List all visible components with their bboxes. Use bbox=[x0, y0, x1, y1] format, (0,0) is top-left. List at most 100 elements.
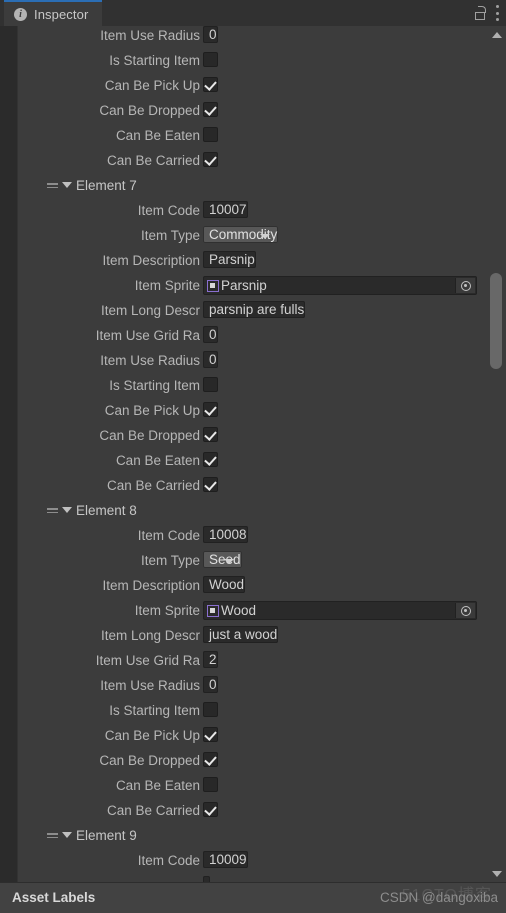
property-label: Can Be Carried bbox=[106, 153, 200, 168]
drag-handle-icon[interactable] bbox=[47, 183, 58, 188]
field-value: 10007 bbox=[203, 201, 248, 218]
property-label: Can Be Eaten bbox=[115, 453, 200, 468]
property-row: Item Type Commodity bbox=[18, 223, 485, 248]
property-row: Item Sprite Wood bbox=[18, 598, 485, 623]
property-row: Can Be Dropped bbox=[18, 423, 485, 448]
kebab-menu-icon[interactable] bbox=[496, 5, 500, 21]
chevron-down-icon[interactable] bbox=[62, 507, 72, 513]
object-field[interactable]: Wood bbox=[203, 601, 477, 620]
property-label: Can Be Pick Up bbox=[104, 403, 200, 418]
object-field[interactable]: Parsnip bbox=[203, 276, 477, 295]
checkbox-can-be-carried[interactable] bbox=[203, 152, 218, 167]
text-field[interactable]: 0 bbox=[203, 351, 477, 370]
text-field[interactable]: 10008 bbox=[203, 526, 477, 545]
foldout-element-7[interactable]: Element 7 bbox=[18, 173, 485, 198]
drag-handle-icon[interactable] bbox=[47, 508, 58, 513]
foldout-element-9[interactable]: Element 9 bbox=[18, 823, 485, 848]
checkbox-can-be-eaten[interactable] bbox=[203, 452, 218, 467]
checkbox-can-be-dropped[interactable] bbox=[203, 752, 218, 767]
sprite-icon bbox=[207, 279, 219, 292]
property-label: Can Be Carried bbox=[106, 803, 200, 818]
chevron-down-icon[interactable] bbox=[62, 182, 72, 188]
object-value: Parsnip bbox=[221, 278, 267, 293]
property-row: Item Use Radius 0 bbox=[18, 348, 485, 373]
property-row: Item Use Grid Ra 0 bbox=[18, 323, 485, 348]
property-row: Can Be Eaten bbox=[18, 123, 485, 148]
property-row: Item Description Parsnip bbox=[18, 248, 485, 273]
property-row: Is Starting Item bbox=[18, 698, 485, 723]
property-row: Item Description Wood bbox=[18, 573, 485, 598]
chevron-up-icon[interactable] bbox=[492, 32, 502, 38]
vertical-scrollbar[interactable] bbox=[486, 26, 506, 883]
text-field[interactable]: 0 bbox=[203, 26, 477, 45]
text-field[interactable]: 10007 bbox=[203, 201, 477, 220]
chevron-down-icon[interactable] bbox=[62, 832, 72, 838]
property-label: Item Description bbox=[102, 253, 200, 268]
field-value: 0 bbox=[203, 676, 218, 693]
checkbox-can-be-eaten[interactable] bbox=[203, 777, 218, 792]
text-field[interactable]: 2 bbox=[203, 651, 477, 670]
checkbox-can-be-dropped[interactable] bbox=[203, 102, 218, 117]
property-row: Item Long Descr just a wood bbox=[18, 623, 485, 648]
asset-labels-bar[interactable]: Asset Labels 51CTO博客 CSDN @dangoxiba bbox=[0, 882, 506, 913]
text-field[interactable]: just a wood bbox=[203, 626, 477, 645]
property-label: Item Long Descr bbox=[100, 628, 200, 643]
property-row: Can Be Carried bbox=[18, 473, 485, 498]
tab-inspector[interactable]: i Inspector bbox=[4, 0, 103, 26]
property-list: Item Use Radius 0 Is Starting Item Can Be P… bbox=[18, 26, 485, 883]
checkbox-is-starting-item[interactable] bbox=[203, 702, 218, 717]
text-field[interactable]: parsnip are fulls bbox=[203, 301, 477, 320]
checkbox-can-be-pick-up[interactable] bbox=[203, 727, 218, 742]
drag-handle-icon[interactable] bbox=[47, 833, 58, 838]
field-value: 0 bbox=[203, 326, 218, 343]
tab-inspector-label: Inspector bbox=[34, 6, 89, 22]
property-label: Can Be Carried bbox=[106, 478, 200, 493]
object-picker-button[interactable] bbox=[455, 278, 475, 293]
property-row: Can Be Eaten bbox=[18, 448, 485, 473]
field-value: 10008 bbox=[203, 526, 248, 543]
checkbox-is-starting-item[interactable] bbox=[203, 52, 218, 67]
foldout-label: Element 8 bbox=[76, 503, 137, 518]
checkbox-can-be-dropped[interactable] bbox=[203, 427, 218, 442]
property-label: Item Use Grid Ra bbox=[95, 653, 200, 668]
watermark: CSDN @dangoxiba bbox=[379, 890, 498, 905]
property-row: Can Be Pick Up bbox=[18, 73, 485, 98]
checkbox-can-be-carried[interactable] bbox=[203, 802, 218, 817]
text-field[interactable]: 0 bbox=[203, 326, 477, 345]
property-label: Item Code bbox=[137, 853, 200, 868]
property-label: Item Use Radius bbox=[100, 28, 200, 43]
property-row: Item Code 10007 bbox=[18, 198, 485, 223]
checkbox-can-be-eaten[interactable] bbox=[203, 127, 218, 142]
checkbox-is-starting-item[interactable] bbox=[203, 377, 218, 392]
object-picker-button[interactable] bbox=[455, 603, 475, 618]
dropdown-field[interactable]: Seed bbox=[203, 551, 477, 570]
chevron-down-icon[interactable] bbox=[492, 871, 502, 877]
property-label: Is Starting Item bbox=[109, 703, 200, 718]
property-row: Can Be Pick Up bbox=[18, 723, 485, 748]
lock-open-icon[interactable] bbox=[475, 6, 486, 20]
text-field[interactable]: Parsnip bbox=[203, 251, 477, 270]
property-label: Item Use Radius bbox=[100, 678, 200, 693]
text-field[interactable]: Wood bbox=[203, 576, 477, 595]
text-field[interactable]: 0 bbox=[203, 676, 477, 695]
checkbox-can-be-pick-up[interactable] bbox=[203, 77, 218, 92]
checkbox-can-be-carried[interactable] bbox=[203, 477, 218, 492]
field-value: Parsnip bbox=[203, 251, 256, 268]
foldout-element-8[interactable]: Element 8 bbox=[18, 498, 485, 523]
property-row: Item Sprite Parsnip bbox=[18, 273, 485, 298]
property-label: Item Code bbox=[137, 528, 200, 543]
property-label: Is Starting Item bbox=[109, 378, 200, 393]
property-row: Item Type Seed bbox=[18, 548, 485, 573]
dropdown-field[interactable]: Commodity bbox=[203, 226, 477, 245]
field-value: parsnip are fulls bbox=[203, 301, 306, 318]
tab-bar: i Inspector bbox=[0, 0, 506, 26]
field-value: 10009 bbox=[203, 851, 248, 868]
property-label: Can Be Pick Up bbox=[104, 728, 200, 743]
checkbox-can-be-pick-up[interactable] bbox=[203, 402, 218, 417]
property-label: Item Code bbox=[137, 203, 200, 218]
property-label: Item Sprite bbox=[134, 278, 200, 293]
text-field[interactable]: 10009 bbox=[203, 851, 477, 870]
inspector-panel: Item Use Radius 0 Is Starting Item Can Be P… bbox=[0, 26, 506, 883]
chevron-down-icon bbox=[223, 559, 234, 564]
scrollbar-thumb[interactable] bbox=[490, 273, 502, 369]
